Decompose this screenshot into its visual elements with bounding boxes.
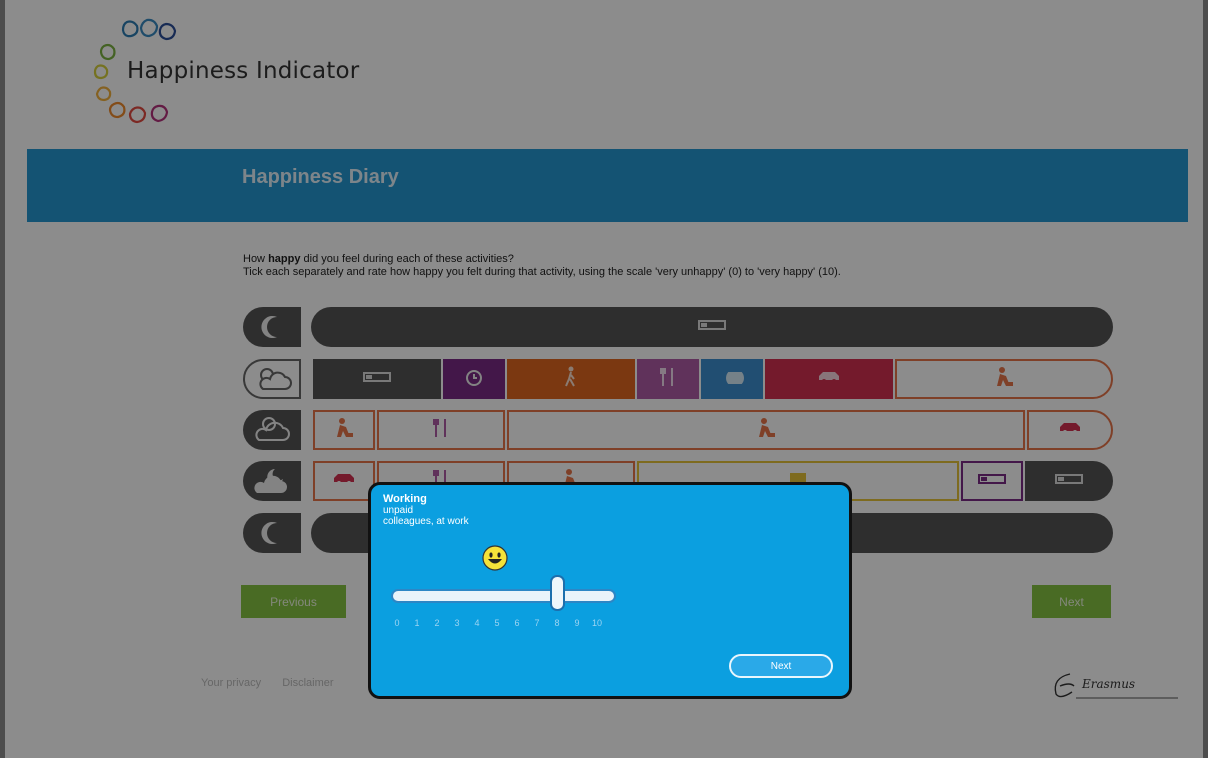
smiley-icon: [482, 545, 508, 571]
rating-tick-label: 8: [554, 618, 560, 628]
dialog-title: Working: [383, 493, 427, 505]
rating-tick-label: 5: [494, 618, 500, 628]
dialog-detail-line-1: unpaid: [383, 505, 414, 516]
rating-tick-label: 1: [414, 618, 420, 628]
rating-tick-label: 0: [394, 618, 400, 628]
rating-dialog: Working unpaid colleagues, at work 0 1 2 3 4…: [368, 482, 852, 699]
rating-tick-label: 7: [534, 618, 540, 628]
rating-tick-label: 9: [574, 618, 580, 628]
rating-scale: 0 1 2 3 4 5 6 7 8 9 10: [393, 618, 613, 630]
rating-slider-thumb[interactable]: [550, 575, 565, 611]
rating-tick-label: 10: [591, 618, 603, 628]
rating-tick-label: 2: [434, 618, 440, 628]
rating-tick-label: 3: [454, 618, 460, 628]
rating-tick-label: 4: [474, 618, 480, 628]
dialog-next-button[interactable]: Next: [729, 654, 833, 678]
rating-tick-label: 6: [514, 618, 520, 628]
rating-slider-track[interactable]: [391, 589, 616, 603]
dialog-detail-line-2: colleagues, at work: [383, 516, 469, 527]
